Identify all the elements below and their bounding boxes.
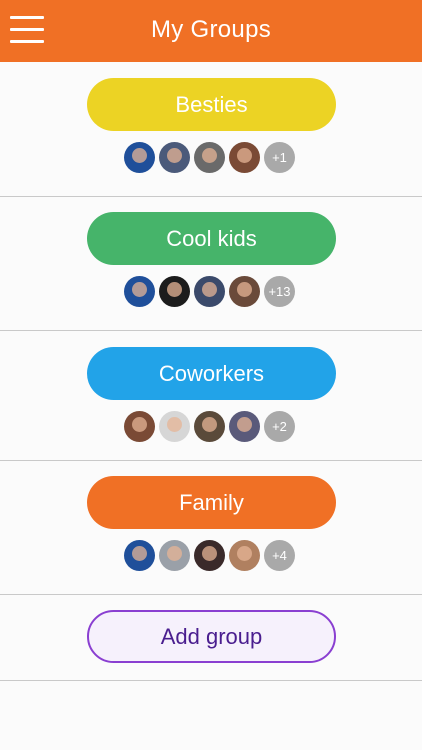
group-members-coworkers: +2	[124, 411, 295, 443]
divider	[0, 460, 422, 461]
page-title: My Groups	[150, 16, 272, 43]
more-members-badge[interactable]: +4	[264, 540, 295, 571]
avatar[interactable]	[159, 276, 190, 307]
group-members-besties: +1	[124, 142, 295, 174]
avatar[interactable]	[194, 540, 225, 571]
avatar[interactable]	[124, 276, 155, 307]
group-button-besties[interactable]: Besties	[87, 78, 336, 131]
app-header: My Groups	[0, 0, 422, 62]
divider	[0, 330, 422, 331]
divider	[0, 594, 422, 595]
group-button-coworkers[interactable]: Coworkers	[87, 347, 336, 400]
group-members-cool-kids: +13	[124, 276, 295, 308]
avatar[interactable]	[159, 142, 190, 173]
avatar[interactable]	[194, 411, 225, 442]
avatar[interactable]	[229, 540, 260, 571]
more-members-badge[interactable]: +1	[264, 142, 295, 173]
avatar[interactable]	[124, 142, 155, 173]
more-members-badge[interactable]: +13	[264, 276, 295, 307]
avatar[interactable]	[124, 411, 155, 442]
avatar[interactable]	[194, 142, 225, 173]
avatar[interactable]	[229, 142, 260, 173]
avatar[interactable]	[229, 276, 260, 307]
group-members-family: +4	[124, 540, 295, 572]
group-button-family[interactable]: Family	[87, 476, 336, 529]
avatar[interactable]	[194, 276, 225, 307]
avatar[interactable]	[159, 540, 190, 571]
divider	[0, 196, 422, 197]
more-members-badge[interactable]: +2	[264, 411, 295, 442]
avatar[interactable]	[229, 411, 260, 442]
group-button-cool-kids[interactable]: Cool kids	[87, 212, 336, 265]
divider	[0, 680, 422, 681]
avatar[interactable]	[124, 540, 155, 571]
avatar[interactable]	[159, 411, 190, 442]
add-group-button[interactable]: Add group	[87, 610, 336, 663]
